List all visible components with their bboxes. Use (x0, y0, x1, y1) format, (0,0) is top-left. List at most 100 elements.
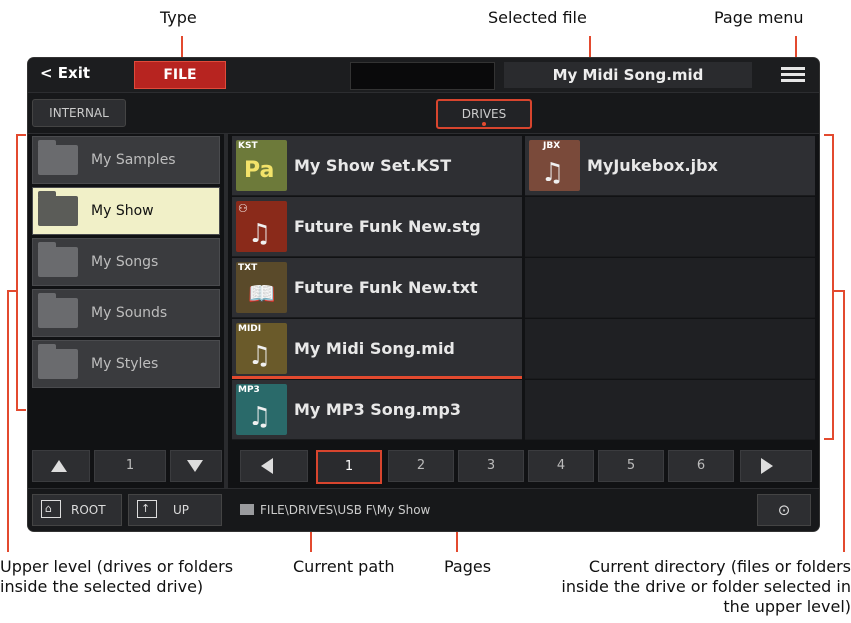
music-note-icon: ♫ (248, 219, 272, 249)
folder-icon (38, 242, 78, 277)
top-bar: < Exit FILE My Midi Song.mid (28, 58, 819, 93)
midi-file-icon: MIDI ♫ (236, 323, 287, 374)
callout-line-upper-bracket-bottom (16, 409, 26, 411)
file-item-mid[interactable]: MIDI ♫ My Midi Song.mid (232, 319, 522, 379)
file-type-tag: MP3 (238, 385, 260, 395)
folder-icon (38, 140, 78, 175)
file-name: Future Funk New.stg (294, 217, 481, 236)
folder-label: My Sounds (91, 305, 168, 321)
file-name: My MP3 Song.mp3 (294, 400, 461, 419)
tab-drives-label: DRIVES (461, 107, 507, 121)
file-item-stg[interactable]: ⚇ ♫ Future Funk New.stg (232, 197, 522, 257)
mp3-file-icon: MP3 ♫ (236, 384, 287, 435)
page-prev-button[interactable] (240, 450, 308, 482)
arrow-down-icon (187, 460, 203, 472)
callout-page-menu: Page menu (714, 8, 804, 27)
folder-icon (38, 344, 78, 379)
location-pin-button[interactable]: ⊙ (757, 494, 811, 526)
pa-logo-icon: Pa (244, 158, 275, 183)
callout-current-directory: Current directory (files or folders insi… (561, 557, 851, 616)
folder-item-my-sounds[interactable]: My Sounds (32, 289, 220, 337)
arrow-up-icon (51, 460, 67, 472)
page-6-button[interactable]: 6 (668, 450, 734, 482)
page-1-button[interactable]: 1 (316, 450, 382, 484)
callout-line-directory-tick (832, 290, 845, 292)
file-name: Future Funk New.txt (294, 278, 478, 297)
folder-label: My Show (91, 203, 154, 219)
file-item-kst[interactable]: KST Pa My Show Set.KST (232, 136, 522, 196)
panel-divider (224, 134, 228, 531)
selection-underline (232, 376, 522, 379)
folder-item-my-show[interactable]: My Show (32, 187, 220, 235)
page-2-button[interactable]: 2 (388, 450, 454, 482)
folder-icon (38, 293, 78, 328)
file-item-jbx[interactable]: JBX ♫ MyJukebox.jbx (525, 136, 815, 196)
tab-drives[interactable]: DRIVES (436, 99, 532, 129)
folder-item-my-songs[interactable]: My Songs (32, 238, 220, 286)
folder-item-my-samples[interactable]: My Samples (32, 136, 220, 184)
jukebox-file-icon: JBX ♫ (529, 140, 580, 191)
page-5-button[interactable]: 5 (598, 450, 664, 482)
folder-label: My Samples (91, 152, 176, 168)
empty-cell (525, 258, 815, 318)
folder-icon (38, 191, 78, 226)
page-3-button[interactable]: 3 (458, 450, 524, 482)
folder-up-icon: ↑ (137, 500, 157, 518)
callout-line-upper-bracket (16, 134, 18, 411)
callout-line-upper-tick (7, 290, 18, 292)
exit-button[interactable]: < Exit (40, 64, 90, 82)
upper-level-list: My Samples My Show My Songs My Sounds My… (28, 134, 224, 439)
callout-line-directory-bracket (832, 134, 834, 440)
up-label: UP (173, 503, 190, 517)
scroll-up-button[interactable] (32, 450, 90, 482)
callout-line-directory-stem (843, 290, 845, 552)
file-type-tag: MIDI (238, 324, 262, 334)
up-button[interactable]: ↑ UP (128, 494, 222, 526)
empty-display (350, 62, 495, 90)
music-note-icon: ♫ (248, 341, 272, 371)
current-directory-grid: KST Pa My Show Set.KST JBX ♫ MyJukebox.j… (232, 136, 815, 440)
arrow-left-icon (261, 458, 273, 474)
file-item-mp3[interactable]: MP3 ♫ My MP3 Song.mp3 (232, 380, 522, 440)
file-name: My Show Set.KST (294, 156, 452, 175)
callout-type: Type (160, 8, 197, 27)
folder-label: My Styles (91, 356, 159, 372)
empty-cell (525, 380, 815, 440)
file-item-txt[interactable]: TXT 📖 Future Funk New.txt (232, 258, 522, 318)
callout-line-current-path (310, 528, 312, 552)
folder-item-my-styles[interactable]: My Styles (32, 340, 220, 388)
empty-cell (525, 197, 815, 257)
callout-line-type (181, 36, 183, 60)
file-browser-screen: < Exit FILE My Midi Song.mid INTERNAL DR… (28, 58, 819, 531)
page-4-button[interactable]: 4 (528, 450, 594, 482)
book-icon: 📖 (248, 282, 276, 307)
scroll-down-button[interactable] (170, 450, 222, 482)
folder-label: My Songs (91, 254, 159, 270)
root-label: ROOT (71, 503, 106, 517)
music-note-icon: ♫ (541, 158, 565, 188)
callout-line-upper-bracket-top (16, 134, 26, 136)
drive-tabs: INTERNAL DRIVES (28, 93, 819, 134)
tab-internal[interactable]: INTERNAL (32, 99, 126, 127)
selected-file-display: My Midi Song.mid (504, 62, 752, 88)
text-file-icon: TXT 📖 (236, 262, 287, 313)
root-button[interactable]: ⌂ ROOT (32, 494, 122, 526)
file-name: My Midi Song.mid (294, 339, 455, 358)
upper-level-page: 1 (94, 450, 166, 482)
callout-line-directory-bracket-bottom (824, 438, 834, 440)
current-path: FILE\DRIVES\USB F\My Show (260, 503, 431, 517)
callout-upper-level: Upper level (drives or folders inside th… (0, 557, 234, 596)
song-set-file-icon: ⚇ ♫ (236, 201, 287, 252)
page-menu-icon[interactable] (781, 67, 805, 85)
music-note-icon: ♫ (248, 402, 272, 432)
file-type-tag: TXT (238, 263, 258, 273)
type-button[interactable]: FILE (134, 61, 226, 89)
location-pin-icon: ⊙ (777, 501, 791, 519)
home-icon: ⌂ (41, 500, 61, 518)
page-next-button[interactable] (740, 450, 812, 482)
callout-pages: Pages (444, 557, 492, 576)
tab-active-dot (482, 122, 486, 126)
kst-file-icon: KST Pa (236, 140, 287, 191)
file-type-tag: KST (238, 141, 258, 151)
person-icon: ⚇ (238, 202, 248, 215)
